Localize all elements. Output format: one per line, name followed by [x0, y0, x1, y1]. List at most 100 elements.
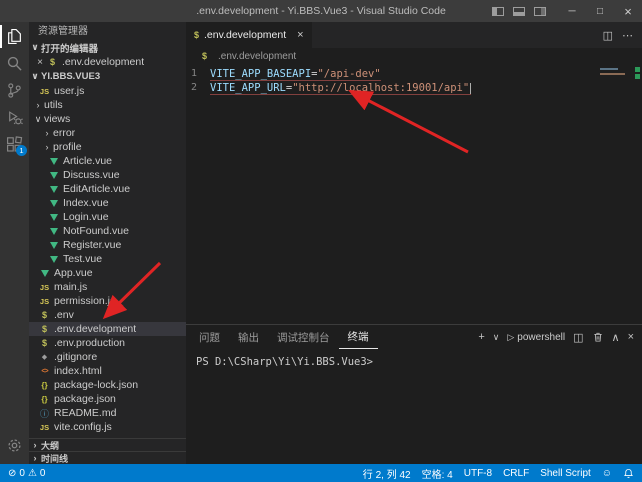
split-terminal-icon[interactable]: ◫ — [573, 331, 583, 344]
vue-icon — [47, 186, 60, 193]
kill-terminal-icon[interactable] — [592, 331, 604, 343]
customize-layout-icon[interactable] — [534, 7, 546, 16]
search-icon[interactable] — [0, 50, 29, 77]
chevron-right-icon: › — [32, 100, 44, 110]
tree-item-login-vue[interactable]: Login.vue — [29, 210, 186, 224]
vue-icon — [47, 256, 60, 263]
tree-item-env[interactable]: $.env — [29, 308, 186, 322]
vue-icon — [47, 172, 60, 179]
outline-section-header[interactable]: › 大纲 — [29, 438, 186, 451]
split-editor-icon[interactable]: ◫ — [603, 29, 613, 42]
tree-folder-views[interactable]: ∨views — [29, 112, 186, 126]
explorer-sidebar: 资源管理器 ∨ 打开的编辑器 × $ .env.development ∨ YI… — [29, 22, 186, 464]
code-line-2: 2 VITE_APP_URL="http://localhost:19001/a… — [186, 81, 642, 95]
env-file-icon: $ — [38, 324, 51, 334]
tree-item-permission-js[interactable]: JSpermission.js — [29, 294, 186, 308]
explorer-icon[interactable] — [0, 23, 29, 50]
git-icon: ◆ — [38, 353, 51, 361]
maximize-button[interactable]: □ — [586, 0, 614, 22]
tree-item-package-lock-json[interactable]: {}package-lock.json — [29, 378, 186, 392]
more-actions-icon[interactable]: ⋯ — [622, 29, 633, 42]
close-panel-icon[interactable]: × — [628, 331, 634, 343]
chevron-down-icon: ∨ — [29, 42, 41, 53]
feedback-smiley-icon[interactable]: ☺ — [602, 468, 612, 479]
source-control-icon[interactable] — [0, 77, 29, 104]
tree-item-test-vue[interactable]: Test.vue — [29, 252, 186, 266]
layout-controls — [492, 7, 546, 16]
tree-item-vite-config-js[interactable]: JSvite.config.js — [29, 420, 186, 434]
tree-item-gitignore[interactable]: ◆.gitignore — [29, 350, 186, 364]
shell-selector[interactable]: ▷ powershell — [507, 332, 565, 343]
tree-item-notfound-vue[interactable]: NotFound.vue — [29, 224, 186, 238]
minimize-button[interactable]: ─ — [558, 0, 586, 22]
tree-folder-utils[interactable]: ›utils — [29, 98, 186, 112]
notifications-bell-icon[interactable] — [623, 468, 634, 479]
tree-item-main-js[interactable]: JSmain.js — [29, 280, 186, 294]
tab-output[interactable]: 输出 — [229, 325, 268, 349]
run-debug-icon[interactable] — [0, 104, 29, 131]
tree-item-app-vue[interactable]: App.vue — [29, 266, 186, 280]
indentation[interactable]: 空格: 4 — [422, 466, 453, 481]
markdown-info-icon: ⓘ — [38, 407, 51, 420]
window-controls: ─ □ × — [558, 0, 642, 22]
vue-icon — [47, 200, 60, 207]
timeline-section-header[interactable]: › 时间线 — [29, 451, 186, 464]
tree-item-user-js[interactable]: JSuser.js — [29, 84, 186, 98]
extensions-icon[interactable]: 1 — [0, 131, 29, 158]
json-icon: {} — [38, 395, 51, 404]
close-icon[interactable]: × — [34, 57, 46, 68]
close-button[interactable]: × — [614, 0, 642, 22]
problems-status[interactable]: ⊘ 0 ⚠ 0 — [8, 468, 45, 479]
tree-item-env-production[interactable]: $.env.production — [29, 336, 186, 350]
toggle-panel-icon[interactable] — [513, 7, 525, 16]
breadcrumb[interactable]: $ .env.development — [186, 48, 642, 64]
tree-folder-profile[interactable]: ›profile — [29, 140, 186, 154]
chevron-down-icon: ∨ — [32, 114, 44, 125]
terminal-output[interactable]: PS D:\CSharp\Yi\Yi.BBS.Vue3> — [186, 349, 642, 464]
terminal-prompt: PS D:\CSharp\Yi\Yi.BBS.Vue3> — [196, 356, 373, 368]
env-file-icon: $ — [198, 51, 211, 61]
tree-item-article-vue[interactable]: Article.vue — [29, 154, 186, 168]
minimap — [600, 68, 628, 75]
eol-sequence[interactable]: CRLF — [503, 468, 529, 479]
extensions-badge: 1 — [16, 145, 27, 156]
open-editors-header[interactable]: ∨ 打开的编辑器 — [29, 40, 186, 55]
tab-terminal[interactable]: 终端 — [339, 325, 378, 349]
tree-item-register-vue[interactable]: Register.vue — [29, 238, 186, 252]
code-editor[interactable]: 1 VITE_APP_BASEAPI="/api-dev" 2 VITE_APP… — [186, 64, 642, 324]
language-mode[interactable]: Shell Script — [540, 468, 591, 479]
chevron-right-icon: › — [41, 128, 53, 138]
chevron-right-icon: › — [29, 440, 41, 450]
tab-debug-console[interactable]: 调试控制台 — [268, 325, 339, 349]
tree-folder-error[interactable]: ›error — [29, 126, 186, 140]
terminal-dropdown-icon[interactable]: ∨ — [493, 332, 500, 343]
tree-item-editarticle-vue[interactable]: EditArticle.vue — [29, 182, 186, 196]
tree-item-readme-md[interactable]: ⓘREADME.md — [29, 406, 186, 420]
project-root-header[interactable]: ∨ YI.BBS.VUE3 — [29, 69, 186, 84]
tree-item-discuss-vue[interactable]: Discuss.vue — [29, 168, 186, 182]
env-file-icon: $ — [194, 30, 199, 40]
activity-bar: 1 — [0, 22, 29, 464]
maximize-panel-icon[interactable]: ∧ — [612, 331, 620, 344]
cursor-position[interactable]: 行 2, 列 42 — [363, 466, 411, 481]
code-text[interactable]: VITE_APP_URL="http://localhost:19001/api… — [210, 81, 471, 95]
settings-gear-icon[interactable] — [0, 432, 29, 459]
toggle-sidebar-icon[interactable] — [492, 7, 504, 16]
new-terminal-icon[interactable]: + — [478, 331, 484, 343]
tree-item-index-vue[interactable]: Index.vue — [29, 196, 186, 210]
panel-actions: + ∨ ▷ powershell ◫ ∧ × — [478, 331, 634, 344]
env-file-icon: $ — [38, 310, 51, 320]
encoding[interactable]: UTF-8 — [464, 468, 492, 479]
editor-tab-bar: $ .env.development × ◫ ⋯ — [186, 22, 642, 48]
status-bar: ⊘ 0 ⚠ 0 行 2, 列 42 空格: 4 UTF-8 CRLF Shell… — [0, 464, 642, 482]
tab-close-icon[interactable]: × — [297, 29, 303, 41]
tree-item-index-html[interactable]: <>index.html — [29, 364, 186, 378]
code-text[interactable]: VITE_APP_BASEAPI="/api-dev" — [210, 67, 381, 81]
tab-env-development[interactable]: $ .env.development × — [186, 22, 312, 48]
tab-problems[interactable]: 问题 — [190, 325, 229, 349]
tree-item-package-json[interactable]: {}package.json — [29, 392, 186, 406]
vscode-window: .env.development - Yi.BBS.Vue3 - Visual … — [0, 0, 642, 482]
tree-item-env-development[interactable]: $.env.development — [29, 322, 186, 336]
text-cursor — [470, 83, 471, 94]
open-editor-item-env-development[interactable]: × $ .env.development — [29, 55, 186, 69]
